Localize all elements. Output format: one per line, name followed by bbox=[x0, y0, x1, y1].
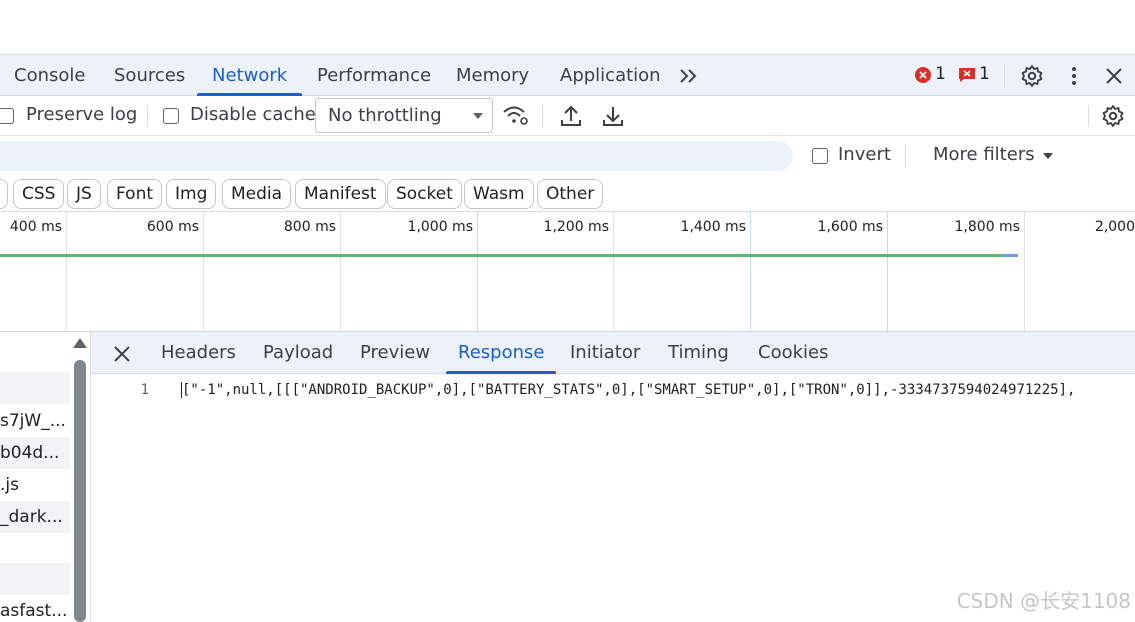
timeline-gridline bbox=[887, 212, 888, 332]
tab-initiator[interactable]: Initiator bbox=[570, 332, 640, 374]
divider bbox=[1004, 65, 1005, 87]
issues-count[interactable]: 1 bbox=[979, 64, 990, 84]
chip-img[interactable]: Img bbox=[166, 179, 217, 209]
response-line[interactable]: ["-1",null,[[["ANDROID_BACKUP",0],["BATT… bbox=[181, 382, 1075, 398]
tab-cookies[interactable]: Cookies bbox=[758, 332, 828, 374]
chip-css[interactable]: CSS bbox=[13, 179, 65, 209]
timeline-tick: 1,200 ms bbox=[543, 219, 609, 235]
timeline-gridline bbox=[203, 212, 204, 332]
timeline-request-bar bbox=[0, 254, 1004, 257]
close-devtools-icon[interactable] bbox=[1104, 66, 1124, 86]
dropdown-caret-icon bbox=[473, 113, 483, 119]
detail-tabbar: Headers Payload Preview Response Initiat… bbox=[91, 332, 1135, 374]
network-toolbar: Preserve log Disable cache No throttling bbox=[0, 96, 1135, 136]
export-har-download-icon[interactable] bbox=[602, 104, 624, 128]
list-item[interactable] bbox=[0, 563, 70, 595]
close-detail-icon[interactable] bbox=[113, 345, 131, 363]
timeline-tick: 1,600 ms bbox=[817, 219, 883, 235]
throttling-select[interactable]: No throttling bbox=[315, 98, 493, 133]
chip-manifest[interactable]: Manifest bbox=[295, 179, 386, 209]
timeline-gridline bbox=[613, 212, 614, 332]
resource-type-chips: CSS JS Font Img Media Manifest Socket Wa… bbox=[0, 176, 1135, 212]
request-detail-panel: Headers Payload Preview Response Initiat… bbox=[91, 332, 1135, 622]
network-conditions-wifi-icon[interactable] bbox=[502, 104, 530, 128]
invert-label[interactable]: Invert bbox=[838, 144, 891, 165]
tab-console[interactable]: Console bbox=[14, 55, 85, 96]
disable-cache-checkbox[interactable] bbox=[163, 108, 179, 124]
more-tabs-chevron-icon[interactable] bbox=[678, 66, 700, 86]
issues-icon[interactable] bbox=[958, 67, 976, 83]
divider bbox=[147, 105, 148, 127]
scroll-up-arrow-icon[interactable] bbox=[73, 338, 87, 348]
invert-checkbox[interactable] bbox=[812, 148, 828, 164]
chip-wasm[interactable]: Wasm bbox=[464, 179, 534, 209]
tab-response[interactable]: Response bbox=[445, 332, 557, 374]
request-list-scrollbar[interactable] bbox=[74, 360, 86, 622]
timeline-tick: 800 ms bbox=[283, 219, 336, 235]
more-filters-button[interactable]: More filters bbox=[933, 144, 1035, 165]
more-filters-caret-icon[interactable] bbox=[1042, 152, 1054, 160]
tab-headers[interactable]: Headers bbox=[161, 332, 236, 374]
timeline-tick: 2,000 bbox=[1094, 219, 1135, 235]
divider bbox=[1088, 105, 1089, 127]
timeline-request-bar-tail bbox=[1004, 254, 1018, 257]
divider bbox=[905, 145, 906, 167]
tab-performance[interactable]: Performance bbox=[317, 55, 431, 96]
timeline-gridline bbox=[750, 212, 751, 332]
devtools-main-tabbar: Console Sources Network Performance Memo… bbox=[0, 54, 1135, 96]
page-top-area bbox=[0, 0, 1135, 54]
divider bbox=[542, 105, 543, 127]
chip-partial[interactable] bbox=[0, 179, 8, 209]
import-har-upload-icon[interactable] bbox=[560, 104, 582, 128]
chip-js[interactable]: JS bbox=[67, 179, 101, 209]
error-icon[interactable] bbox=[914, 66, 932, 84]
timeline-tick: 400 ms bbox=[9, 219, 62, 235]
chip-media[interactable]: Media bbox=[222, 179, 292, 209]
list-item[interactable] bbox=[0, 533, 70, 565]
tab-payload[interactable]: Payload bbox=[263, 332, 333, 374]
filter-input[interactable] bbox=[0, 141, 793, 171]
timeline-tick: 600 ms bbox=[146, 219, 199, 235]
chip-font[interactable]: Font bbox=[107, 179, 163, 209]
tab-application[interactable]: Application bbox=[560, 55, 661, 96]
list-item[interactable]: _dark... bbox=[0, 501, 70, 533]
disable-cache-label[interactable]: Disable cache bbox=[190, 104, 316, 125]
timeline-gridline bbox=[1024, 212, 1025, 332]
tab-timing[interactable]: Timing bbox=[668, 332, 729, 374]
tab-memory[interactable]: Memory bbox=[456, 55, 529, 96]
tab-sources[interactable]: Sources bbox=[114, 55, 185, 96]
preserve-log-checkbox[interactable] bbox=[0, 108, 14, 124]
timeline-tick: 1,000 ms bbox=[407, 219, 473, 235]
settings-gear-icon[interactable] bbox=[1020, 64, 1044, 88]
list-item[interactable]: b04d... bbox=[0, 437, 70, 469]
chip-other[interactable]: Other bbox=[537, 179, 604, 209]
response-line-text: ["-1",null,[[["ANDROID_BACKUP",0],["BATT… bbox=[182, 382, 1076, 398]
timeline-tick: 1,800 ms bbox=[954, 219, 1020, 235]
tab-preview[interactable]: Preview bbox=[360, 332, 430, 374]
tab-network[interactable]: Network bbox=[196, 55, 303, 96]
timeline-gridline bbox=[477, 212, 478, 332]
timeline-tick: 1,400 ms bbox=[680, 219, 746, 235]
more-options-kebab-icon[interactable] bbox=[1066, 65, 1082, 87]
list-item[interactable] bbox=[0, 372, 70, 404]
timeline-overview[interactable]: 400 ms 600 ms 800 ms 1,000 ms 1,200 ms 1… bbox=[0, 212, 1135, 332]
watermark: CSDN @长安1108 bbox=[956, 589, 1131, 613]
list-item[interactable]: asfast... bbox=[0, 595, 70, 622]
line-number: 1 bbox=[140, 382, 149, 398]
filter-row: Invert More filters bbox=[0, 136, 1135, 176]
throttling-value: No throttling bbox=[328, 105, 442, 126]
request-list: s7jW_... b04d... .js _dark... asfast... bbox=[0, 332, 91, 622]
list-item[interactable]: .js bbox=[0, 469, 70, 501]
list-item[interactable]: s7jW_... bbox=[0, 405, 70, 437]
chip-socket[interactable]: Socket bbox=[387, 179, 462, 209]
error-count[interactable]: 1 bbox=[935, 64, 946, 84]
timeline-gridline bbox=[66, 212, 67, 332]
network-settings-gear-icon[interactable] bbox=[1101, 104, 1125, 128]
timeline-gridline bbox=[340, 212, 341, 332]
preserve-log-label[interactable]: Preserve log bbox=[26, 104, 137, 125]
